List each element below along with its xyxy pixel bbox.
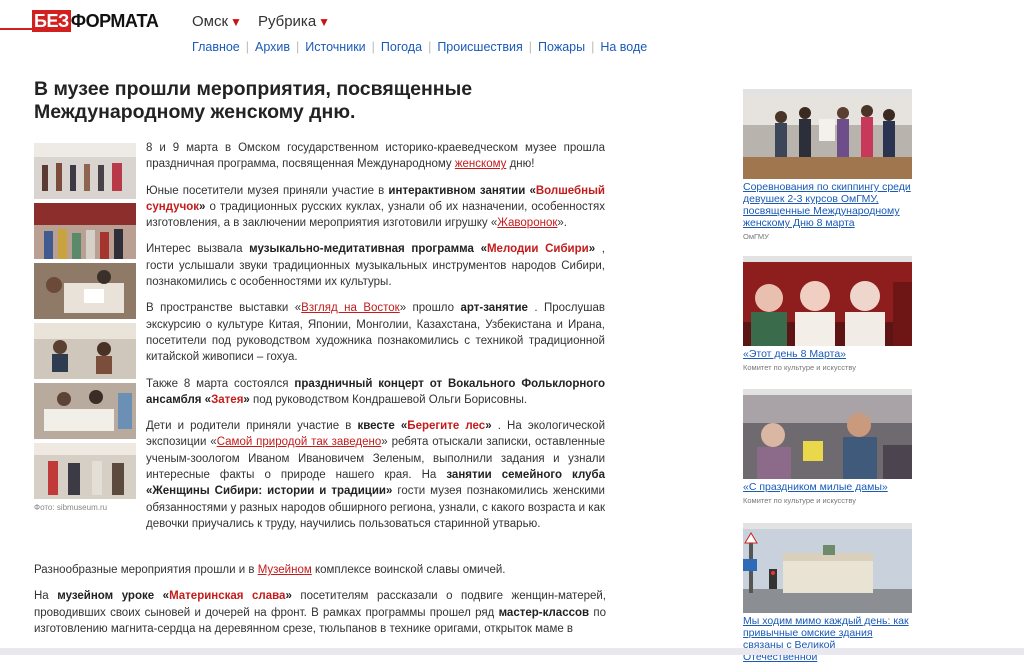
chevron-down-icon: ▼	[318, 14, 331, 29]
news-source: ОмГМУ	[743, 232, 769, 241]
sidebar-news-card[interactable]: «С праздником милые дамы» Комитет по кул…	[743, 389, 912, 505]
os-taskbar	[0, 648, 1024, 655]
news-source: Комитет по культуре и искусству	[743, 363, 857, 372]
news-headline-link[interactable]: Мы ходим мимо каждый день: как привычные…	[743, 615, 912, 663]
article-paragraph: Юные посетители музея приняли участие в …	[146, 184, 605, 230]
article-paragraph: В пространстве выставки «Взгляд на Восто…	[146, 302, 605, 364]
news-thumbnail[interactable]	[743, 95, 912, 179]
tag-link[interactable]: Взгляд на Восток	[301, 302, 400, 314]
event-name: Мелодии Сибири	[486, 243, 589, 256]
site-logo[interactable]: БЕЗ ФОРМАТА	[32, 10, 159, 32]
city-dropdown-label: Омск	[192, 13, 229, 30]
news-headline-link[interactable]: «С праздником милые дамы»	[743, 481, 912, 493]
article-paragraph: На музейном уроке «Материнская слава» по…	[34, 590, 606, 635]
sidebar-news-card[interactable]: Мы ходим мимо каждый день: как привычные…	[743, 523, 912, 666]
news-source: Комитет по культуре и искусству	[743, 496, 857, 505]
event-name: Материнская слава	[169, 590, 286, 603]
gallery-photo[interactable]	[34, 323, 136, 379]
article-paragraph: Разнообразные мероприятия прошли и в Муз…	[34, 564, 506, 576]
gallery-photo[interactable]	[34, 263, 136, 319]
nav-link-main[interactable]: Главное	[192, 40, 240, 54]
tag-link[interactable]: женскому	[455, 158, 507, 170]
article-body: 8 и 9 марта в Омском государственном ист…	[146, 140, 605, 542]
nav-link-incidents[interactable]: Происшествия	[437, 40, 522, 54]
nav-link-weather[interactable]: Погода	[381, 40, 422, 54]
event-name: Берегите лес	[407, 420, 486, 433]
article-paragraph: Дети и родители приняли участие в квесте…	[146, 420, 606, 530]
tag-link[interactable]: Жаворонок	[497, 217, 557, 229]
rubric-dropdown-label: Рубрика	[257, 13, 317, 30]
top-nav: Омск ▼ Рубрика ▼	[192, 13, 330, 30]
logo-accent-bar	[0, 28, 34, 30]
news-thumbnail[interactable]	[743, 395, 912, 479]
article-paragraph: 8 и 9 марта в Омском государственном ист…	[146, 142, 605, 171]
article-paragraph: Также 8 марта состоялся праздничный конц…	[146, 377, 605, 406]
sidebar-news-card[interactable]: Соревнования по скиппингу среди девушек …	[743, 89, 912, 241]
chevron-down-icon: ▼	[230, 14, 242, 29]
gallery-photo[interactable]	[34, 143, 136, 199]
nav-link-sources[interactable]: Источники	[305, 40, 365, 54]
logo-part-bez: БЕЗ	[32, 10, 71, 32]
nav-link-fires[interactable]: Пожары	[538, 40, 585, 54]
rubric-dropdown[interactable]: Рубрика ▼	[258, 13, 330, 30]
tag-link[interactable]: Музейном	[258, 564, 312, 576]
logo-part-formata: ФОРМАТА	[70, 11, 159, 31]
section-nav: Главное | Архив | Источники | Погода | Проис…	[192, 40, 648, 54]
photo-credit: Фото: sibmuseum.ru	[34, 503, 108, 512]
city-dropdown[interactable]: Омск ▼	[192, 13, 242, 30]
gallery-photo[interactable]	[34, 443, 136, 499]
article-paragraph: Интерес вызвала музыкально-медитативная …	[146, 243, 606, 289]
nav-link-archive[interactable]: Архив	[255, 40, 290, 54]
news-thumbnail[interactable]	[743, 262, 912, 346]
tag-link[interactable]: Самой природой так заведено	[217, 436, 382, 448]
sidebar-news-card[interactable]: «Этот день 8 Марта» Комитет по культуре …	[743, 256, 912, 372]
news-headline-link[interactable]: Соревнования по скиппингу среди девушек …	[743, 181, 912, 229]
gallery-photo[interactable]	[34, 383, 136, 439]
photo-gallery: Фото: sibmuseum.ru	[34, 143, 136, 512]
gallery-photo[interactable]	[34, 203, 136, 259]
article-title: В музее прошли мероприятия, посвященные …	[34, 78, 473, 123]
article-body-wide: Разнообразные мероприятия прошли и в Муз…	[34, 562, 606, 647]
event-name: Затея	[211, 393, 244, 406]
news-headline-link[interactable]: «Этот день 8 Марта»	[743, 348, 912, 360]
nav-link-water[interactable]: На воде	[600, 40, 647, 54]
news-thumbnail[interactable]	[743, 529, 912, 613]
